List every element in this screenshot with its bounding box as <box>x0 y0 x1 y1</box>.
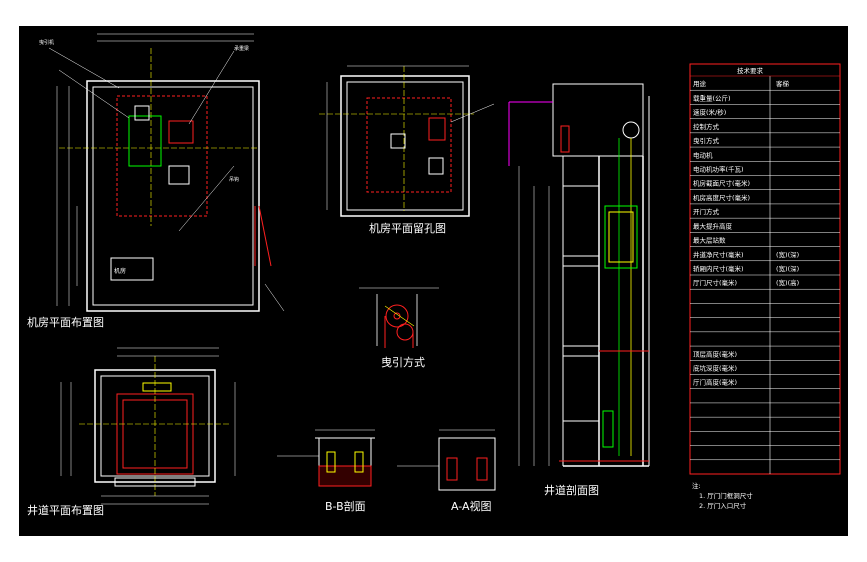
traction-machine-label: 曳引机 <box>39 39 54 46</box>
section-bb <box>277 429 375 487</box>
tech-table-row-label: 控制方式 <box>693 122 720 131</box>
notes-title: 注: <box>692 481 701 490</box>
tech-table-row-label: 电动机功率(千瓦) <box>693 165 744 174</box>
tech-table-row-label: 轿厢内尺寸(毫米) <box>693 264 744 273</box>
shaft-plan <box>60 347 236 505</box>
machine-room-layout <box>48 33 285 312</box>
machine-room-label: 机房 <box>114 267 126 275</box>
title-section-bb: B-B剖面 <box>325 499 366 513</box>
tech-table-row-value: 客梯 <box>776 79 790 88</box>
title-shaft-section: 井道剖面图 <box>544 483 599 497</box>
tech-table-row-label: 顶层高度(毫米) <box>693 349 737 358</box>
cad-drawing: 机房 曳引机 承重梁 吊钩 机房平面布置图 机房平面留孔图 曳引方式 井道剖面图… <box>27 33 841 517</box>
shaft-section <box>508 83 650 467</box>
title-traction-method: 曳引方式 <box>381 355 425 369</box>
tech-table-row-label: 厅门尺寸(毫米) <box>693 278 737 287</box>
title-view-aa: A-A视图 <box>451 499 492 513</box>
title-machine-room-openings: 机房平面留孔图 <box>369 221 446 235</box>
view-aa <box>397 429 496 491</box>
tech-table-row-value: (宽)(深) <box>776 250 799 259</box>
title-shaft-plan: 井道平面布置图 <box>27 503 104 517</box>
tech-table-row-label: 速度(米/秒) <box>693 108 726 117</box>
tech-table-title: 技术要求 <box>737 66 764 75</box>
traction-method-diagram <box>359 287 439 348</box>
note-2: 2. 厅门入口尺寸 <box>699 501 747 510</box>
tech-table: 用途 客梯载重量(公斤) 速度(米/秒) 控制方式曳引方式电动机电动机功率(千瓦) 机房… <box>689 63 841 475</box>
tech-table-row-label: 曳引方式 <box>693 136 720 145</box>
tech-table-row-label: 电动机 <box>693 150 713 159</box>
tech-table-row-label: 厅门高度(毫米) <box>693 378 737 387</box>
tech-table-row-label: 用途 <box>693 79 707 88</box>
hook-label: 吊钩 <box>229 176 239 183</box>
machine-room-openings <box>319 65 495 217</box>
tech-table-row-label: 载重量(公斤) <box>693 93 731 102</box>
tech-table-row-label: 井道净尺寸(毫米) <box>693 250 744 259</box>
steel-beam-label: 承重梁 <box>234 45 249 52</box>
cad-drawing-canvas: 机房 曳引机 承重梁 吊钩 机房平面布置图 机房平面留孔图 曳引方式 井道剖面图… <box>19 26 848 536</box>
tech-table-rows: 用途 客梯载重量(公斤) 速度(米/秒) 控制方式曳引方式电动机电动机功率(千瓦) 机房… <box>690 75 840 461</box>
note-1: 1. 厅门门框洞尺寸 <box>699 491 753 500</box>
tech-table-row-label: 底坑深度(毫米) <box>693 364 737 373</box>
tech-table-row-label: 最大层站数 <box>693 236 726 245</box>
tech-table-row-label: 最大提升高度 <box>693 221 733 230</box>
tech-table-row-value: (宽)(深) <box>776 264 799 273</box>
tech-table-row-label: 开门方式 <box>693 207 720 216</box>
title-machine-room-layout: 机房平面布置图 <box>27 315 104 329</box>
tech-table-row-label: 机房高度尺寸(毫米) <box>693 193 750 202</box>
tech-table-row-label: 机房截面尺寸(毫米) <box>693 179 750 188</box>
tech-table-row-value: (宽)(高) <box>776 278 799 287</box>
